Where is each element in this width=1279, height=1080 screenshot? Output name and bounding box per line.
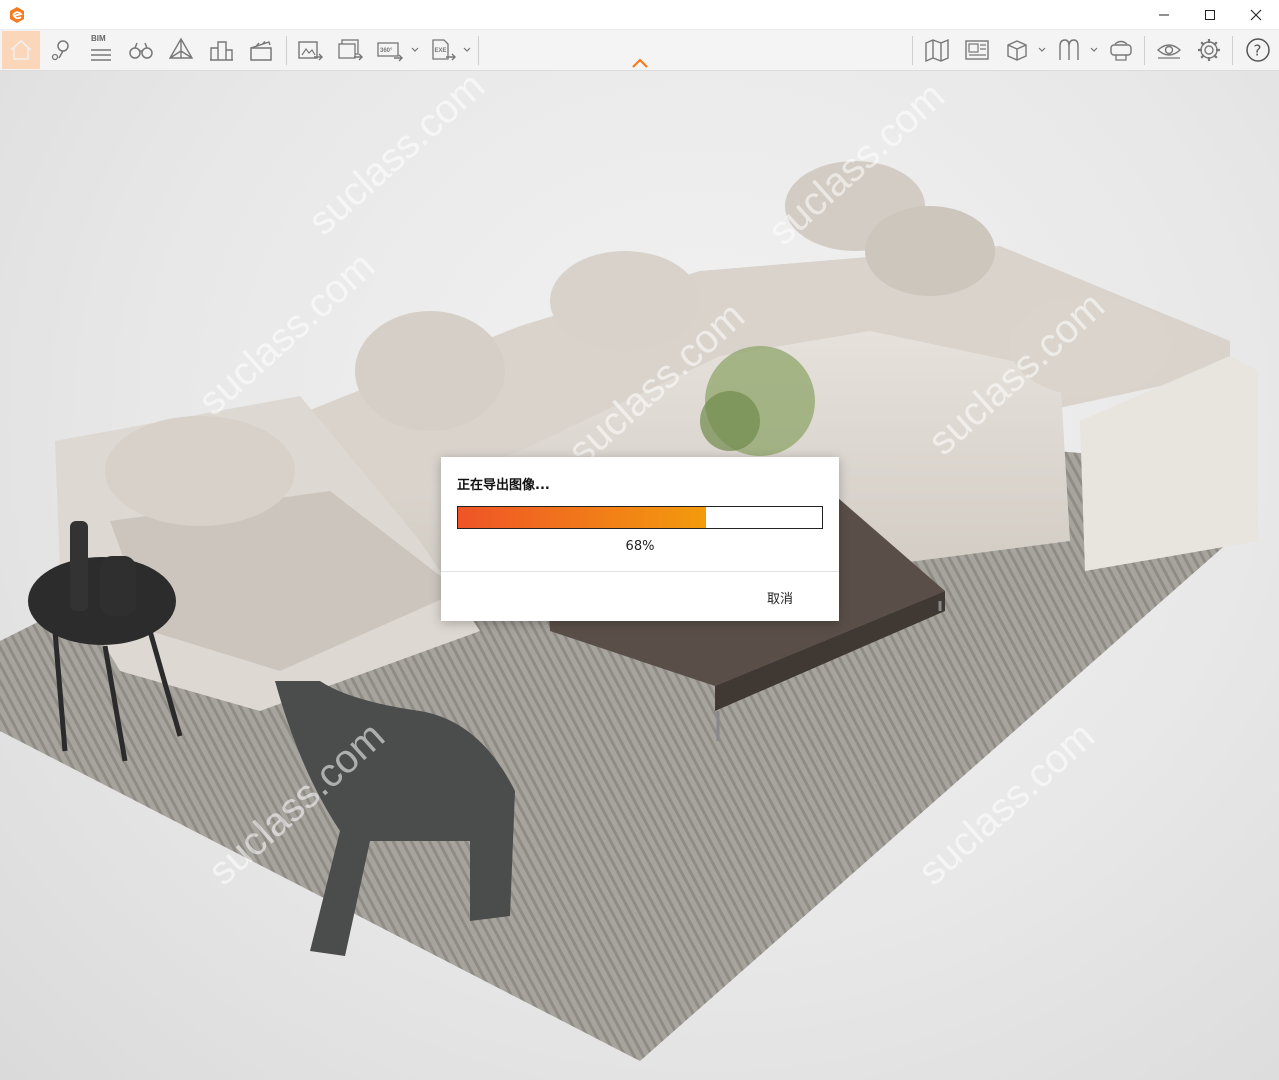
maximize-button[interactable] xyxy=(1187,0,1233,30)
app-logo-icon xyxy=(10,7,24,23)
title-bar xyxy=(0,0,1279,30)
export-exe-button[interactable]: EXE xyxy=(424,31,462,69)
chevron-down-icon xyxy=(1038,47,1046,52)
toolbar-separator xyxy=(912,36,913,65)
vr-icon xyxy=(1110,40,1132,61)
vase xyxy=(100,556,136,616)
minimize-button[interactable] xyxy=(1141,0,1187,30)
dialog-divider xyxy=(441,571,839,572)
help-label: ? xyxy=(1254,42,1262,60)
export-360-label: 360° xyxy=(380,48,393,54)
settings-button[interactable] xyxy=(1190,31,1228,69)
map-view-button[interactable] xyxy=(958,31,996,69)
map-icon xyxy=(925,38,949,63)
box-view-dropdown[interactable] xyxy=(1037,43,1047,57)
vr-button[interactable] xyxy=(1102,31,1140,69)
map-view-icon xyxy=(965,40,989,60)
settings-icon xyxy=(1198,39,1220,61)
pillow xyxy=(355,311,505,431)
progress-bar-fill xyxy=(458,507,706,528)
chevron-down-icon xyxy=(463,47,471,52)
toolbar-separator xyxy=(478,36,479,65)
visibility-button[interactable] xyxy=(1150,31,1188,69)
cancel-button[interactable]: 取消 xyxy=(767,588,793,607)
export-360-dropdown[interactable] xyxy=(410,43,420,57)
dialog-title: 正在导出图像... xyxy=(457,478,550,493)
export-batch-icon xyxy=(338,39,363,61)
export-360-icon: 360° xyxy=(377,42,403,62)
progress-percent-label: 68% xyxy=(625,539,655,554)
help-icon: ? xyxy=(1246,38,1270,62)
visibility-icon xyxy=(1156,44,1182,59)
help-button[interactable]: ? xyxy=(1239,31,1277,69)
chevron-down-icon xyxy=(1090,47,1098,52)
binoculars-icon xyxy=(129,42,153,59)
pillow xyxy=(105,416,295,526)
toolbar-separator xyxy=(1144,36,1145,65)
bim-button[interactable]: BIM xyxy=(82,31,120,69)
vase xyxy=(70,521,88,611)
box-view-icon xyxy=(1007,40,1027,61)
box-view-button[interactable] xyxy=(998,31,1036,69)
close-icon xyxy=(1250,9,1262,21)
map-button[interactable] xyxy=(918,31,956,69)
progress-bar xyxy=(457,506,823,529)
export-batch-button[interactable] xyxy=(331,31,369,69)
location-pin-icon xyxy=(51,40,69,61)
minimize-icon xyxy=(1159,14,1169,16)
lasso-icon xyxy=(1059,39,1079,60)
perspective-icon xyxy=(168,37,194,59)
home-button[interactable] xyxy=(2,31,40,69)
buildings-button[interactable] xyxy=(202,31,240,69)
binoculars-button[interactable] xyxy=(122,31,160,69)
export-exe-icon: EXE xyxy=(432,39,456,61)
export-image-button[interactable] xyxy=(291,31,329,69)
lasso-dropdown[interactable] xyxy=(1089,43,1099,57)
bim-label: BIM xyxy=(91,34,106,43)
close-button[interactable] xyxy=(1233,0,1279,30)
export-progress-dialog: 正在导出图像... 68% 取消 xyxy=(441,457,839,621)
pillow xyxy=(1010,296,1170,396)
lasso-button[interactable] xyxy=(1050,31,1088,69)
export-exe-dropdown[interactable] xyxy=(462,43,472,57)
pillow xyxy=(865,206,995,296)
collapse-toolbar-chevron-icon[interactable] xyxy=(630,56,650,70)
home-icon xyxy=(10,39,32,60)
buildings-icon xyxy=(210,41,233,61)
perspective-button[interactable] xyxy=(162,31,200,69)
animation-button[interactable] xyxy=(242,31,280,69)
toolbar-separator xyxy=(1232,36,1233,65)
export-exe-label: EXE xyxy=(435,48,447,54)
chevron-down-icon xyxy=(411,47,419,52)
location-button[interactable] xyxy=(42,31,80,69)
export-image-icon xyxy=(298,41,323,61)
export-360-button[interactable]: 360° xyxy=(371,31,409,69)
pillow xyxy=(550,251,700,351)
clapperboard-icon xyxy=(250,41,272,61)
toolbar-separator xyxy=(286,36,287,65)
maximize-icon xyxy=(1205,10,1215,20)
